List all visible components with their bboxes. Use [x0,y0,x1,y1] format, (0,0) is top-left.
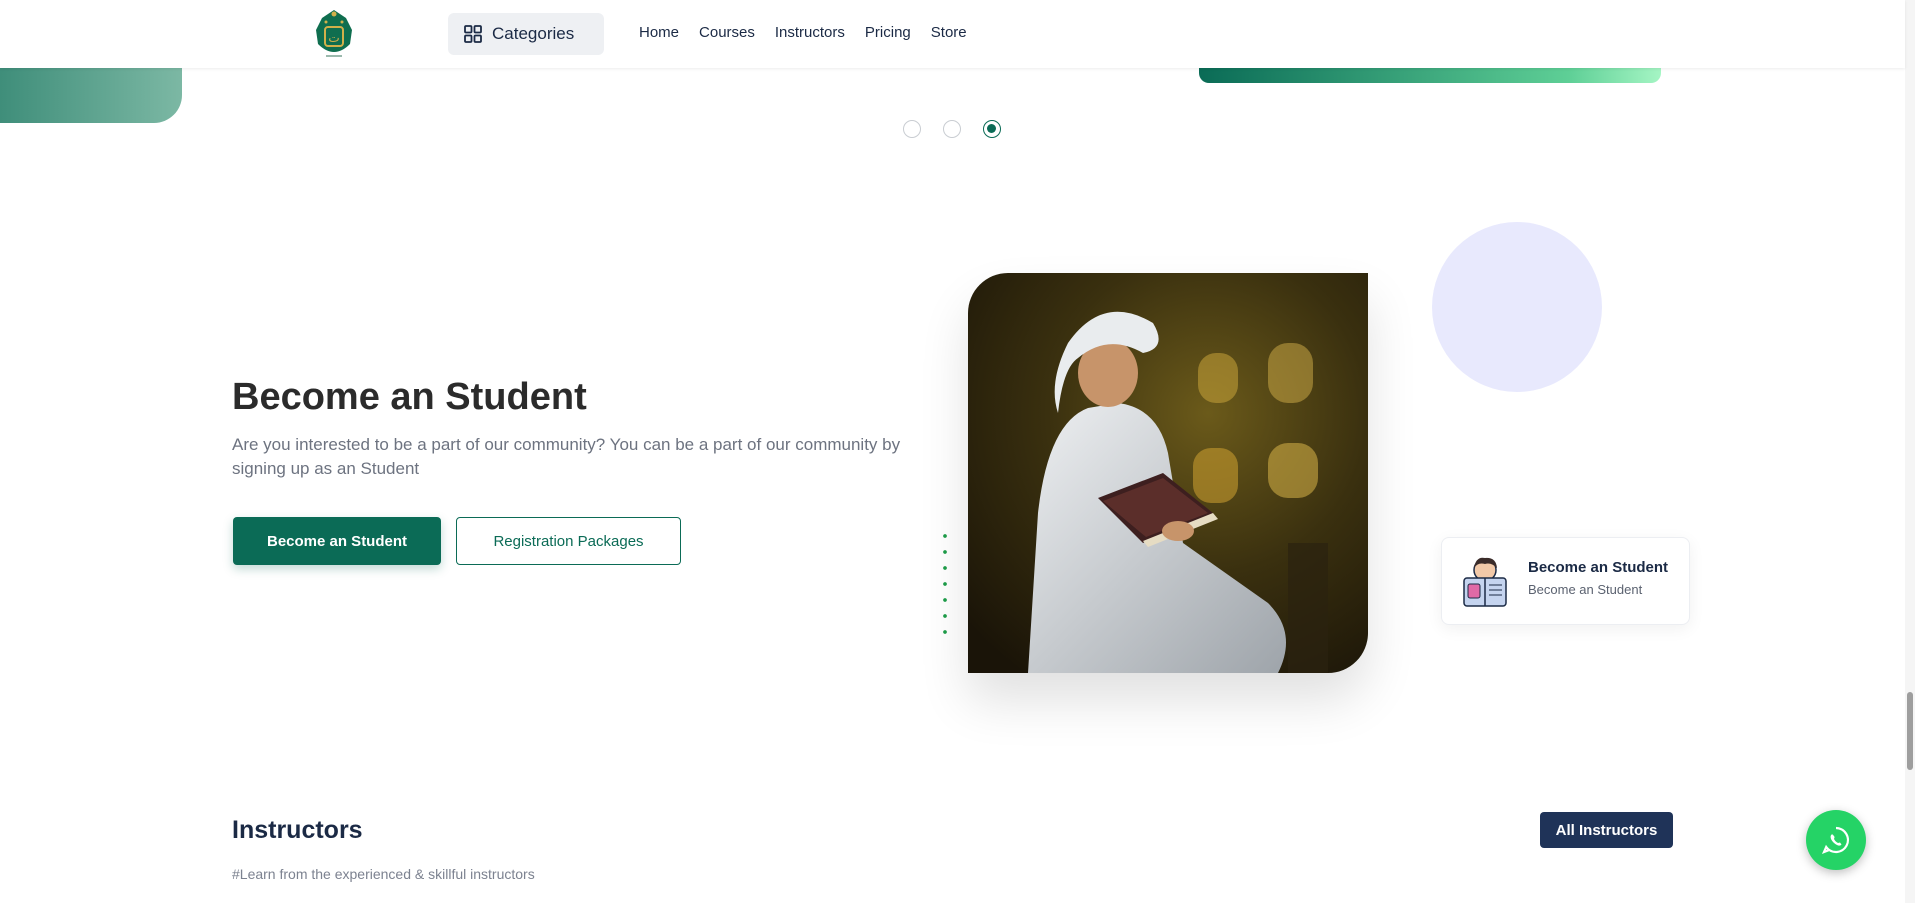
site-header: ت Categories Home Courses Instructors Pr… [0,0,1905,68]
reading-student-icon [1463,557,1507,607]
nav-courses[interactable]: Courses [699,24,755,41]
student-reading-photo [968,273,1368,673]
become-student-button[interactable]: Become an Student [233,517,441,565]
slider-dot-1[interactable] [903,120,921,138]
categories-grid-icon [464,25,482,43]
nav-home[interactable]: Home [639,24,679,41]
svg-text:ت: ت [328,31,339,45]
decorative-dot-grid [937,528,959,643]
hero-description: Are you interested to be a part of our c… [232,435,901,478]
registration-packages-button[interactable]: Registration Packages [456,517,681,565]
categories-button[interactable]: Categories [448,13,604,55]
scrollbar-thumb[interactable] [1907,692,1913,770]
whatsapp-icon [1821,826,1849,854]
instructors-subtitle: #Learn from the experienced & skillful i… [232,866,535,882]
site-logo[interactable]: ت [312,8,356,58]
nav-instructors[interactable]: Instructors [775,24,845,41]
become-student-card[interactable]: Become an Student Become an Student [1441,537,1690,625]
slider-dot-2[interactable] [943,120,961,138]
instructors-title: Instructors [232,816,363,844]
decorative-gradient-strip [1199,68,1661,83]
nav-store[interactable]: Store [931,24,967,41]
decorative-circle [1432,222,1602,392]
card-subtitle: Become an Student [1528,582,1643,597]
nav-pricing[interactable]: Pricing [865,24,911,41]
decorative-green-shape [0,60,182,123]
whatsapp-button[interactable] [1806,810,1866,870]
main-nav: Home Courses Instructors Pricing Store [639,24,967,41]
slider-dot-3[interactable] [983,120,1001,138]
hero-title: Become an Student [232,376,587,418]
card-title: Become an Student [1528,559,1669,576]
all-instructors-button[interactable]: All Instructors [1540,812,1673,848]
categories-label: Categories [492,24,575,43]
